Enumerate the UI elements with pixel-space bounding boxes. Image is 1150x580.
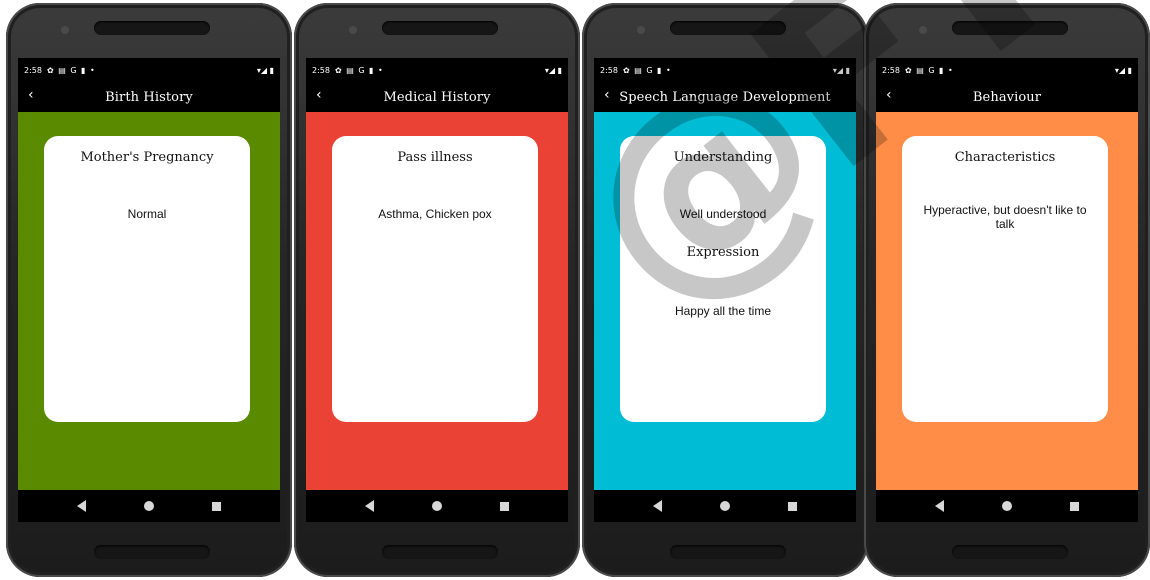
status-icons: ✿ ▤ G ▮ • — [46, 65, 96, 75]
speaker-grille — [670, 545, 786, 559]
back-arrow-icon[interactable]: ‹ — [316, 87, 322, 103]
nav-recents-icon[interactable] — [1070, 501, 1079, 511]
camera-icon — [919, 26, 927, 34]
earpiece — [952, 21, 1068, 35]
content-area: Understanding Well understood Expression… — [594, 112, 856, 490]
nav-back-icon[interactable] — [77, 500, 86, 512]
camera-icon — [61, 26, 69, 34]
info-card: Characteristics Hyperactive, but doesn't… — [902, 136, 1108, 422]
status-bar: 2:58 ✿ ▤ G ▮ • ▾◢ ▮ — [18, 58, 280, 82]
screen-speech-language: 2:58 ✿ ▤ G ▮ • ▾◢ ▮ ‹ Speech Language De… — [594, 58, 856, 522]
card-value: Normal — [127, 207, 167, 221]
info-card: Pass illness Asthma, Chicken pox — [332, 136, 538, 422]
status-bar: 2:58 ✿ ▤ G ▮ • ▾◢ ▮ — [594, 58, 856, 82]
nav-bar — [18, 490, 280, 522]
speaker-grille — [382, 545, 498, 559]
nav-bar — [594, 490, 856, 522]
card-heading: Pass illness — [397, 150, 473, 165]
nav-home-icon[interactable] — [1002, 501, 1012, 511]
nav-home-icon[interactable] — [720, 501, 730, 511]
content-area: Characteristics Hyperactive, but doesn't… — [876, 112, 1138, 490]
content-area: Pass illness Asthma, Chicken pox — [306, 112, 568, 490]
nav-back-icon[interactable] — [653, 500, 662, 512]
nav-recents-icon[interactable] — [788, 501, 797, 511]
card-heading: Understanding — [673, 150, 773, 165]
page-title: Behaviour — [972, 89, 1042, 105]
status-time: 2:58 — [600, 65, 618, 75]
speaker-grille — [952, 545, 1068, 559]
nav-home-icon[interactable] — [432, 501, 442, 511]
status-bar: 2:58 ✿ ▤ G ▮ • ▾◢ ▮ — [306, 58, 568, 82]
status-time: 2:58 — [312, 65, 330, 75]
page-title: Speech Language Development — [619, 89, 831, 105]
status-icons: ✿ ▤ G ▮ • — [904, 65, 954, 75]
phone-frame-1: 2:58 ✿ ▤ G ▮ • ▾◢ ▮ ‹ Birth History Moth… — [6, 3, 292, 577]
nav-recents-icon[interactable] — [500, 501, 509, 511]
app-bar: ‹ Behaviour — [876, 82, 1138, 112]
nav-bar — [876, 490, 1138, 522]
card-heading: Mother's Pregnancy — [80, 150, 214, 165]
status-icons: ✿ ▤ G ▮ • — [334, 65, 384, 75]
camera-icon — [349, 26, 357, 34]
signal-battery-icon: ▾◢ ▮ — [832, 65, 850, 75]
status-time: 2:58 — [882, 65, 900, 75]
camera-icon — [637, 26, 645, 34]
content-area: Mother's Pregnancy Normal — [18, 112, 280, 490]
back-arrow-icon[interactable]: ‹ — [28, 87, 34, 103]
nav-recents-icon[interactable] — [212, 501, 221, 511]
nav-back-icon[interactable] — [935, 500, 944, 512]
earpiece — [94, 21, 210, 35]
earpiece — [670, 21, 786, 35]
app-bar: ‹ Birth History — [18, 82, 280, 112]
screen-behaviour: 2:58 ✿ ▤ G ▮ • ▾◢ ▮ ‹ Behaviour Characte… — [876, 58, 1138, 522]
earpiece — [382, 21, 498, 35]
phone-frame-4: 2:58 ✿ ▤ G ▮ • ▾◢ ▮ ‹ Behaviour Characte… — [864, 3, 1150, 577]
card-heading: Characteristics — [954, 150, 1056, 165]
back-arrow-icon[interactable]: ‹ — [886, 87, 892, 103]
card-value: Hyperactive, but doesn't like to talk — [923, 203, 1087, 231]
page-title: Medical History — [383, 89, 491, 105]
signal-battery-icon: ▾◢ ▮ — [1114, 65, 1132, 75]
info-card: Mother's Pregnancy Normal — [44, 136, 250, 422]
info-card: Understanding Well understood Expression… — [620, 136, 826, 422]
card-value: Asthma, Chicken pox — [378, 207, 492, 221]
card-heading-2: Expression — [686, 245, 760, 260]
status-time: 2:58 — [24, 65, 42, 75]
signal-battery-icon: ▾◢ ▮ — [544, 65, 562, 75]
card-value-2: Happy all the time — [674, 304, 772, 318]
nav-bar — [306, 490, 568, 522]
page-title: Birth History — [105, 89, 193, 105]
nav-home-icon[interactable] — [144, 501, 154, 511]
app-bar: ‹ Speech Language Development — [594, 82, 856, 112]
phone-frame-3: 2:58 ✿ ▤ G ▮ • ▾◢ ▮ ‹ Speech Language De… — [582, 3, 868, 577]
screen-birth-history: 2:58 ✿ ▤ G ▮ • ▾◢ ▮ ‹ Birth History Moth… — [18, 58, 280, 522]
app-bar: ‹ Medical History — [306, 82, 568, 112]
card-value: Well understood — [679, 207, 767, 221]
status-bar: 2:58 ✿ ▤ G ▮ • ▾◢ ▮ — [876, 58, 1138, 82]
speaker-grille — [94, 545, 210, 559]
signal-battery-icon: ▾◢ ▮ — [256, 65, 274, 75]
status-icons: ✿ ▤ G ▮ • — [622, 65, 672, 75]
back-arrow-icon[interactable]: ‹ — [604, 87, 610, 103]
screen-medical-history: 2:58 ✿ ▤ G ▮ • ▾◢ ▮ ‹ Medical History Pa… — [306, 58, 568, 522]
phone-frame-2: 2:58 ✿ ▤ G ▮ • ▾◢ ▮ ‹ Medical History Pa… — [294, 3, 580, 577]
nav-back-icon[interactable] — [365, 500, 374, 512]
